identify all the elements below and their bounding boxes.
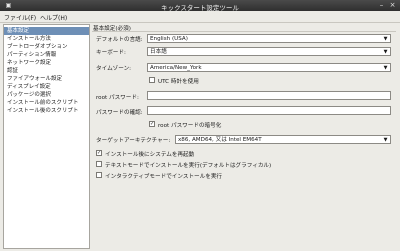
language-select[interactable]: English (USA) ▼ xyxy=(147,34,391,43)
keyboard-value: 日本語 xyxy=(150,49,167,55)
chevron-down-icon: ▼ xyxy=(383,137,388,143)
root-password-confirm-label: パスワードの確認: xyxy=(96,110,143,116)
arch-value: x86, AMD64, 又は Intel EM64T xyxy=(178,137,262,143)
language-label: デフォルトの言語: xyxy=(96,37,143,43)
encrypt-label: root パスワードの暗号化 xyxy=(158,123,222,129)
section-divider xyxy=(92,31,396,32)
sidebar-item-network[interactable]: ネットワーク設定 xyxy=(4,59,89,67)
sidebar-item-partition[interactable]: パーティション情報 xyxy=(4,51,89,59)
arch-select[interactable]: x86, AMD64, 又は Intel EM64T ▼ xyxy=(175,135,391,144)
language-value: English (USA) xyxy=(150,36,188,42)
encrypt-checkbox[interactable]: ✓ xyxy=(149,121,155,127)
minimize-icon[interactable]: – xyxy=(378,2,385,9)
sidebar-item-bootloader[interactable]: ブートローダオプション xyxy=(4,43,89,51)
text-mode-checkbox[interactable] xyxy=(96,161,102,167)
sidebar-item-post-script[interactable]: インストール後のスクリプト xyxy=(4,107,89,115)
timezone-value: America/New_York xyxy=(150,65,202,71)
utc-label: UTC 時計を使用 xyxy=(158,79,199,85)
reboot-checkbox[interactable]: ✓ xyxy=(96,150,102,156)
utc-checkbox[interactable] xyxy=(149,77,155,83)
sidebar-item-firewall[interactable]: ファイアウォール設定 xyxy=(4,75,89,83)
interactive-label: インタラクティブモードでインストールを実行 xyxy=(105,174,223,180)
sidebar-item-display[interactable]: ディスプレイ設定 xyxy=(4,83,89,91)
sidebar-item-install-method[interactable]: インストール方法 xyxy=(4,35,89,43)
arch-label: ターゲットアーキテクチャー: xyxy=(96,138,171,144)
sidebar-item-basic[interactable]: 基本設定 xyxy=(4,27,89,35)
text-mode-label: テキストモードでインストールを実行(デフォルトはグラフィカル) xyxy=(105,163,272,169)
sidebar-item-pre-script[interactable]: インストール前のスクリプト xyxy=(4,99,89,107)
chevron-down-icon: ▼ xyxy=(383,65,388,71)
title-bar: キックスタート設定ツール ▣ – × xyxy=(0,0,400,12)
sidebar-item-auth[interactable]: 認証 xyxy=(4,67,89,75)
keyboard-select[interactable]: 日本語 ▼ xyxy=(147,47,391,56)
sidebar-item-packages[interactable]: パッケージの選択 xyxy=(4,91,89,99)
root-password-label: root パスワード: xyxy=(96,95,139,101)
timezone-select[interactable]: America/New_York ▼ xyxy=(147,63,391,72)
menu-bar: ファイル(F) ヘルプ(H) xyxy=(0,11,400,23)
root-password-confirm-field[interactable] xyxy=(147,106,391,115)
interactive-checkbox[interactable] xyxy=(96,172,102,178)
menu-help[interactable]: ヘルプ(H) xyxy=(40,13,67,22)
sidebar: 基本設定 インストール方法 ブートローダオプション パーティション情報 ネットワ… xyxy=(3,24,90,249)
chevron-down-icon: ▼ xyxy=(383,36,388,42)
menu-file[interactable]: ファイル(F) xyxy=(4,13,36,22)
root-password-field[interactable] xyxy=(147,91,391,100)
keyboard-label: キーボード: xyxy=(96,50,126,56)
reboot-label: インストール後にシステムを再起動 xyxy=(105,152,195,158)
window-menu-icon[interactable]: ▣ xyxy=(5,2,12,9)
close-icon[interactable]: × xyxy=(389,2,396,9)
timezone-label: タイムゾーン: xyxy=(96,66,132,72)
chevron-down-icon: ▼ xyxy=(383,49,388,55)
